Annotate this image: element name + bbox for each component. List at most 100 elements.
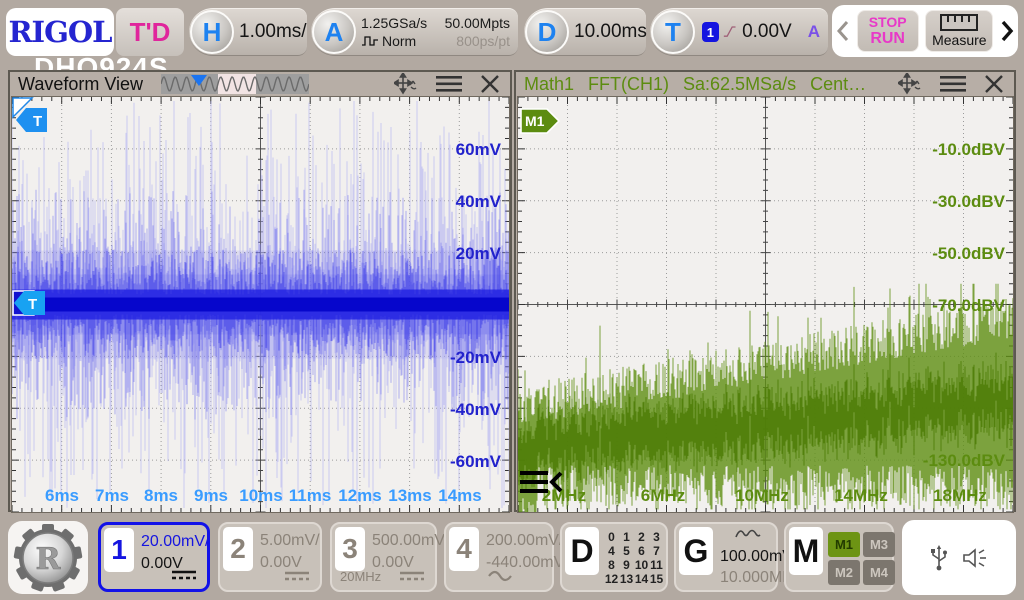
collapse-menu-icon[interactable] (518, 469, 564, 497)
digital-bit: 0 (604, 530, 619, 544)
trigger-source-badge: 1 (702, 22, 719, 42)
channel-4-scale: 200.00mV/ (486, 532, 563, 549)
math-letter: M (789, 527, 823, 575)
channel-3-scale: 500.00mV/ (372, 532, 449, 549)
channel-3-number: 3 (335, 527, 365, 571)
fft-xlabel: 6MHz (641, 486, 685, 506)
waveform-view-window: Waveform View (8, 70, 512, 512)
digital-letter: D (565, 527, 599, 575)
trigger-level-value: 0.00V (742, 21, 802, 43)
channel-2-box[interactable]: 2 5.00mV/ 0.00V (218, 522, 322, 592)
delay-control[interactable]: D 10.00ms (524, 8, 646, 56)
acquire-knob[interactable]: A (312, 10, 356, 54)
digital-bit: 2 (634, 530, 649, 544)
wf-xlabel: 11ms (289, 486, 332, 506)
toolbar-prev-icon[interactable] (836, 19, 850, 43)
memory-depth: 50.00Mpts (440, 14, 510, 32)
svg-text:M1: M1 (525, 113, 545, 129)
sample-rate: 1.25GSa/s (361, 14, 440, 32)
horizontal-knob[interactable]: H (190, 10, 234, 54)
digital-channels-box[interactable]: D 0123456789101112131415 (560, 522, 668, 592)
wf-ylabel: 20mV (456, 244, 501, 264)
delay-knob[interactable]: D (525, 10, 569, 54)
generator-letter: G (679, 527, 713, 575)
fft-sample-rate: Sa:62.5MSa/s (683, 74, 796, 95)
generator-amplitude: 100.00mV (720, 547, 776, 568)
dc-coupling-icon (399, 570, 425, 582)
usb-icon[interactable] (930, 545, 948, 571)
trigger-status-badge[interactable]: T'D (116, 8, 184, 56)
sine-wave-icon (735, 526, 761, 540)
horizontal-scale-control[interactable]: H 1.00ms/ (189, 8, 307, 56)
channel-1-box[interactable]: 1 20.00mV/ 0.00V (98, 522, 210, 592)
close-window-icon[interactable] (984, 74, 1004, 94)
acquire-mode: Norm (382, 32, 416, 50)
math2-button[interactable]: M2 (828, 560, 860, 585)
rigol-logo: RIGOL (6, 8, 114, 56)
digital-bit: 14 (634, 572, 649, 586)
trigger-offscreen-flag[interactable]: T (14, 107, 48, 133)
channel-4-box[interactable]: 4 200.00mV/ -440.00mV (444, 522, 554, 592)
generator-box[interactable]: G 100.00mV 10.000MHz (674, 522, 778, 592)
digital-bit: 10 (634, 558, 649, 572)
close-window-icon[interactable] (480, 74, 500, 94)
beeper-icon[interactable] (962, 546, 988, 570)
channel-2-scale: 5.00mV/ (260, 532, 320, 549)
delay-value: 10.00ms (574, 21, 657, 43)
trigger-mode-badge: A (808, 22, 820, 42)
stop-run-button[interactable]: STOP RUN (857, 10, 919, 52)
math3-button[interactable]: M3 (863, 532, 895, 557)
waveform-thumbnail[interactable] (161, 74, 309, 94)
rigol-gear-button[interactable]: R (8, 521, 88, 594)
digital-bit: 11 (649, 558, 664, 572)
trigger-knob[interactable]: T (651, 10, 695, 54)
window-menu-icon[interactable] (940, 75, 966, 93)
window-menu-icon[interactable] (436, 75, 462, 93)
acquisition-control[interactable]: A 1.25GSa/s Norm 50.00Mpts 800ps/pt (311, 8, 518, 56)
channel-4-number: 4 (449, 527, 479, 571)
dc-coupling-icon (284, 570, 310, 582)
ruler-icon (940, 14, 978, 31)
math4-button[interactable]: M4 (863, 560, 895, 585)
ac-coupling-icon (488, 570, 512, 582)
fft-ylabel: -50.0dBV (932, 244, 1005, 264)
wf-xlabel: 7ms (95, 486, 129, 506)
fft-plot[interactable]: -10.0dBV -30.0dBV -50.0dBV -70.0dBV -130… (517, 96, 1014, 513)
waveform-view-titlebar[interactable]: Waveform View (10, 72, 510, 96)
wf-ylabel: 40mV (456, 192, 501, 212)
wf-ylabel: 60mV (456, 140, 501, 160)
measure-button[interactable]: Measure (925, 10, 993, 52)
dc-coupling-icon (171, 569, 197, 581)
toolbar-next-icon[interactable] (1000, 19, 1014, 43)
digital-bit: 7 (649, 544, 664, 558)
math-box[interactable]: M M1 M3 M2 M4 (784, 522, 894, 592)
run-label: RUN (870, 30, 905, 48)
wf-xlabel: 8ms (144, 486, 178, 506)
acquire-mode-icon (361, 35, 379, 47)
fft-xlabel: 14MHz (834, 486, 888, 506)
move-window-icon[interactable] (394, 73, 418, 95)
trigger-level-flag[interactable]: T (12, 290, 46, 316)
fft-ylabel: -70.0dBV (932, 296, 1005, 316)
fft-function-label: FFT(CH1) (588, 74, 669, 95)
horizontal-scale-value: 1.00ms/ (239, 21, 317, 43)
utility-panel (902, 520, 1016, 595)
waveform-plot[interactable]: 60mV 40mV 20mV -20mV -40mV -60mV 6ms 7ms… (11, 96, 510, 513)
math1-flag[interactable]: M1 (520, 108, 562, 134)
channel-3-bandwidth: 20MHz (340, 569, 381, 584)
svg-text:T: T (33, 113, 42, 130)
trigger-control[interactable]: T 1 0.00V A (650, 8, 828, 56)
digital-bit: 6 (634, 544, 649, 558)
digital-bit: 5 (619, 544, 634, 558)
digital-bit: 12 (604, 572, 619, 586)
digital-bit: 8 (604, 558, 619, 572)
fft-titlebar[interactable]: Math1 FFT(CH1) Sa:62.5MSa/s Cent… (516, 72, 1014, 96)
channel-3-box[interactable]: 3 500.00mV/ 0.00V 20MHz (330, 522, 437, 592)
digital-bit: 9 (619, 558, 634, 572)
math1-button[interactable]: M1 (828, 532, 860, 557)
fft-math-label: Math1 (524, 74, 574, 95)
trigger-slope-icon (723, 23, 736, 41)
move-window-icon[interactable] (898, 73, 922, 95)
fft-xlabel: 18MHz (933, 486, 987, 506)
toolbar-panel: STOP RUN Measure (832, 5, 1018, 57)
